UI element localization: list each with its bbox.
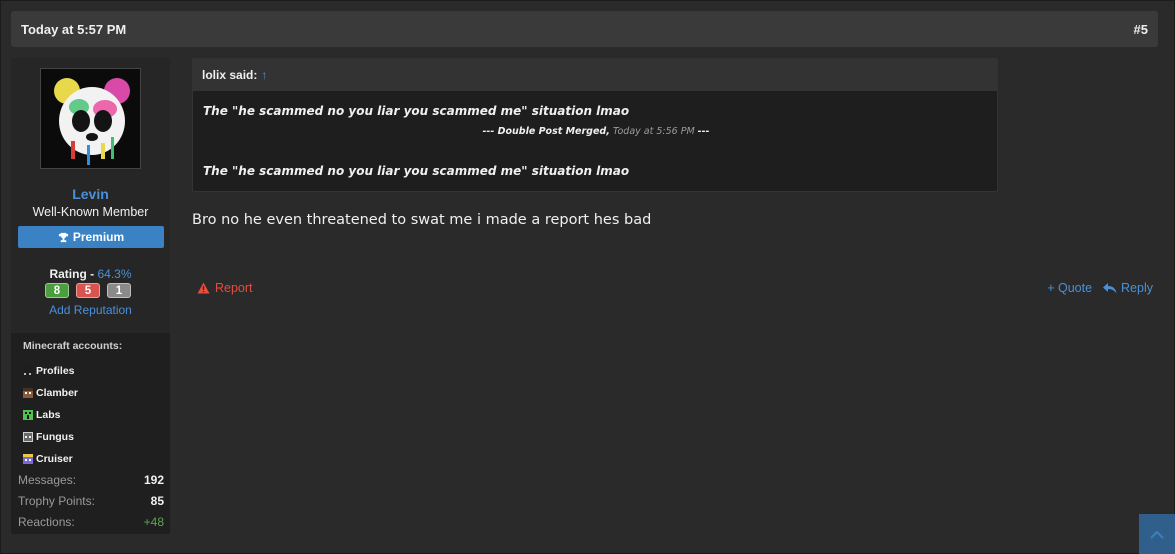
rating-neutral-count[interactable]: 1	[107, 283, 131, 298]
reply-icon	[1103, 282, 1117, 293]
merged-time: Today at 5:56 PM	[612, 126, 695, 137]
minecraft-account-item[interactable]: Clamber	[23, 382, 78, 404]
minecraft-account-item[interactable]: Labs	[23, 404, 78, 426]
premium-banner: Premium	[18, 226, 164, 248]
minecraft-account-name: Clamber	[36, 387, 79, 399]
minecraft-account-item[interactable]: Profiles	[23, 360, 78, 382]
reply-label: Reply	[1121, 281, 1153, 295]
user-sidebar: Levin Well-Known Member Premium Rating -…	[11, 58, 170, 534]
report-label: Report	[215, 281, 253, 295]
user-title: Well-Known Member	[32, 205, 149, 219]
rating-boxes: 8 5 1	[45, 283, 131, 298]
minecraft-account-item[interactable]: Fungus	[23, 426, 78, 448]
quote-block: lolix said: ↑ The "he scammed no you lia…	[192, 58, 998, 192]
stat-value: +48	[143, 514, 164, 529]
stat-trophy-points: Trophy Points: 85	[18, 490, 164, 511]
minecraft-accounts-list: Profiles Clamber Labs Fungus Cruiser	[23, 360, 78, 470]
minecraft-account-name: Cruiser	[36, 453, 73, 465]
premium-label: Premium	[72, 230, 125, 244]
stat-label: Reactions:	[18, 514, 75, 529]
rating-negative-count[interactable]: 5	[76, 283, 100, 298]
panda-avatar-image	[41, 69, 140, 168]
double-post-merged: --- Double Post Merged, Today at 5:56 PM…	[193, 126, 999, 137]
reply-button[interactable]: Reply	[1103, 281, 1153, 295]
minecraft-accounts-heading: Minecraft accounts:	[23, 340, 123, 352]
user-stats: Messages: 192 Trophy Points: 85 Reaction…	[18, 469, 164, 532]
minecraft-account-name: Fungus	[36, 431, 74, 443]
merged-label: --- Double Post Merged,	[482, 126, 610, 137]
stat-label: Trophy Points:	[18, 493, 95, 508]
skin-gray-icon	[23, 432, 33, 442]
rating-label: Rating -	[49, 267, 95, 281]
rating-line: Rating - 64.3%	[11, 267, 170, 281]
quote-label: + Quote	[1047, 281, 1093, 295]
post-header: Today at 5:57 PM #5	[11, 11, 1158, 47]
stat-value[interactable]: 85	[151, 494, 164, 508]
skin-brown-icon	[23, 388, 33, 398]
stat-label: Messages:	[18, 472, 77, 487]
post-permalink[interactable]: #5	[1134, 22, 1148, 37]
skin-purple-icon	[23, 454, 33, 464]
chevron-up-icon	[1150, 530, 1164, 539]
add-reputation-link[interactable]: Add Reputation	[11, 303, 170, 317]
quote-button[interactable]: + Quote	[1047, 281, 1092, 295]
skin-dark-icon	[23, 366, 33, 376]
stat-messages: Messages: 192	[18, 469, 164, 490]
scroll-to-top-button[interactable]	[1139, 514, 1175, 554]
rating-percent: 64.3%	[97, 267, 132, 281]
quote-author: lolix said:	[202, 68, 258, 82]
stat-value[interactable]: 192	[144, 473, 164, 487]
stat-reactions: Reactions: +48	[18, 511, 164, 532]
avatar[interactable]	[40, 68, 141, 169]
message-body: Bro no he even threatened to swat me i m…	[192, 212, 652, 228]
skin-creeper-icon	[23, 410, 33, 420]
post-actions: + Quote Reply	[1047, 281, 1153, 295]
trophy-icon	[58, 232, 68, 242]
merged-end: ---	[697, 126, 710, 137]
minecraft-account-name: Profiles	[36, 365, 75, 377]
rating-positive-count[interactable]: 8	[45, 283, 69, 298]
quote-source-arrow-icon[interactable]: ↑	[261, 68, 267, 82]
report-button[interactable]: Report	[197, 281, 253, 295]
minecraft-account-name: Labs	[36, 409, 61, 421]
quote-text: The "he scammed no you liar you scammed …	[203, 164, 630, 178]
minecraft-account-item[interactable]: Cruiser	[23, 448, 78, 470]
quote-text: The "he scammed no you liar you scammed …	[203, 104, 630, 118]
username[interactable]: Levin	[11, 186, 170, 202]
warning-icon	[197, 282, 210, 294]
post-timestamp[interactable]: Today at 5:57 PM	[21, 22, 126, 37]
quote-header: lolix said: ↑	[193, 59, 997, 91]
